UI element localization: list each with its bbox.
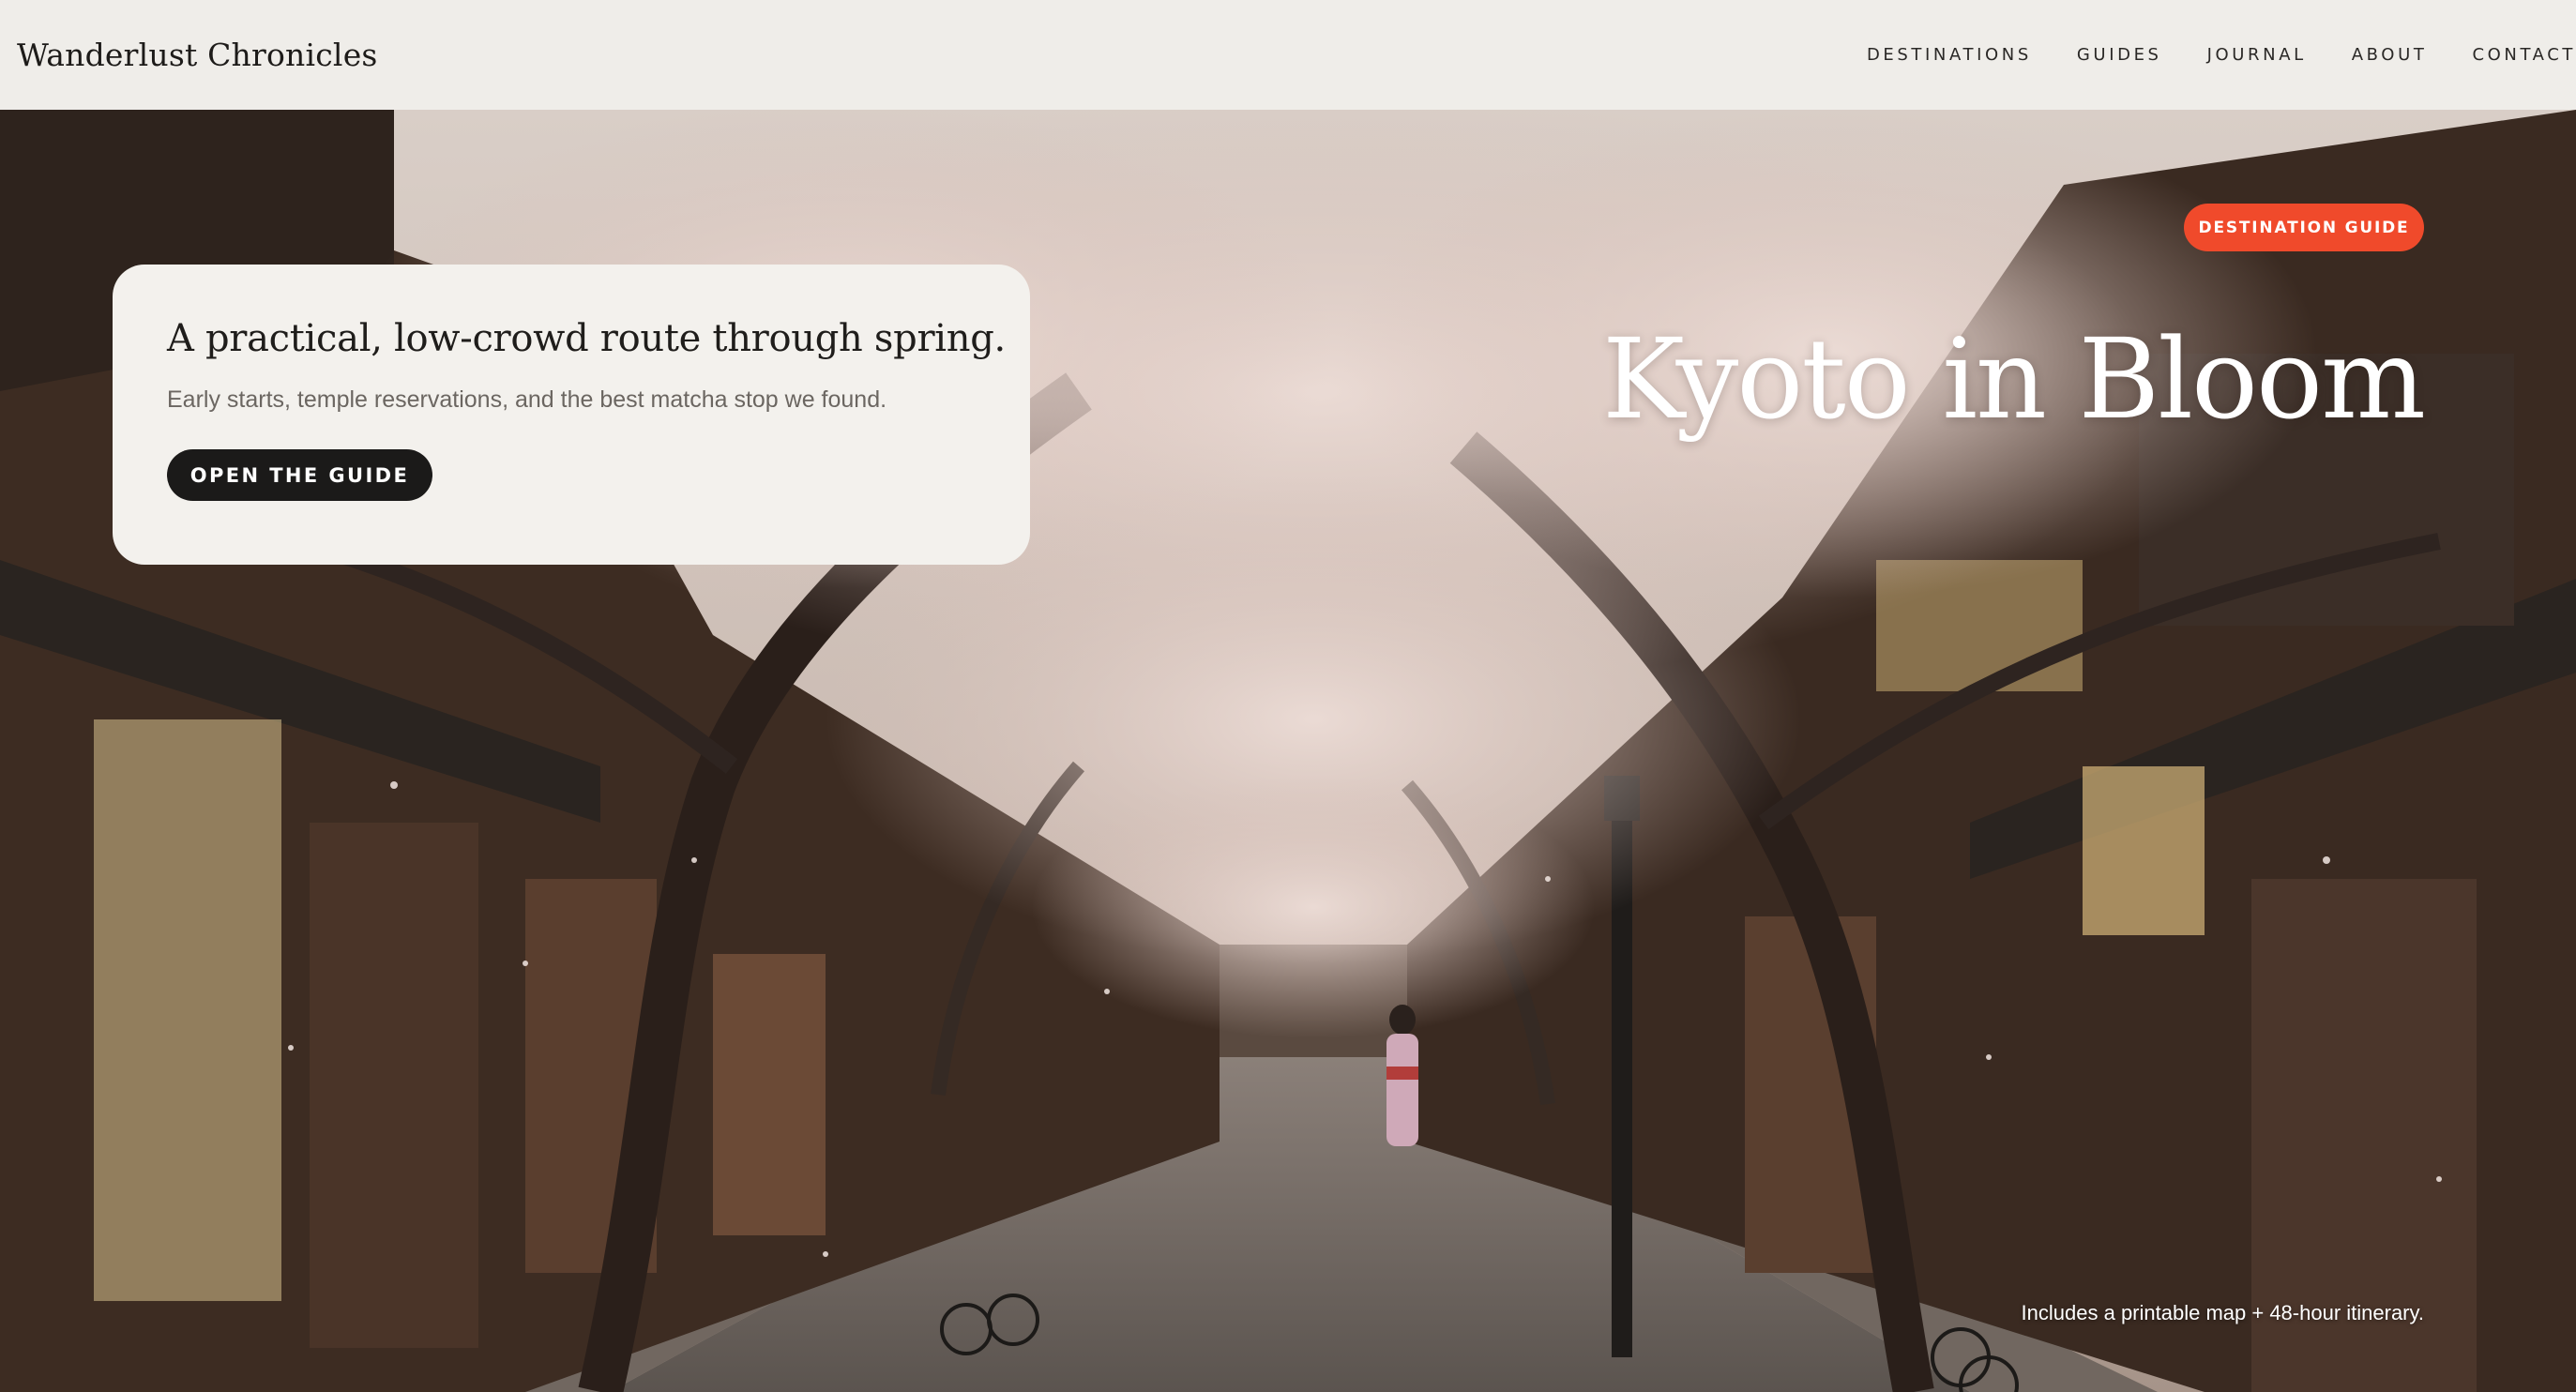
nav-link-journal[interactable]: JOURNAL [2207,45,2307,65]
main-nav: DESTINATIONS GUIDES JOURNAL ABOUT CONTAC… [1867,0,2576,110]
guide-teaser-card: A practical, low-crowd route through spr… [113,265,1030,565]
nav-link-guides[interactable]: GUIDES [2077,45,2162,65]
nav-link-destinations[interactable]: DESTINATIONS [1867,45,2032,65]
nav-link-contact[interactable]: CONTACT [2472,45,2576,65]
card-subtitle: Early starts, temple reservations, and t… [167,386,887,413]
hero-section: A practical, low-crowd route through spr… [0,110,2576,1392]
hero-title: Kyoto in Bloom [1602,314,2426,444]
hero-note: Includes a printable map + 48-hour itine… [2021,1301,2424,1324]
site-logo[interactable]: Wanderlust Chronicles [17,37,378,73]
top-navigation-bar: Wanderlust Chronicles DESTINATIONS GUIDE… [0,0,2576,110]
nav-link-about[interactable]: ABOUT [2352,45,2428,65]
destination-guide-badge: DESTINATION GUIDE [2184,204,2424,251]
card-title: A practical, low-crowd route through spr… [167,317,1006,360]
open-guide-button[interactable]: OPEN THE GUIDE [167,449,432,501]
